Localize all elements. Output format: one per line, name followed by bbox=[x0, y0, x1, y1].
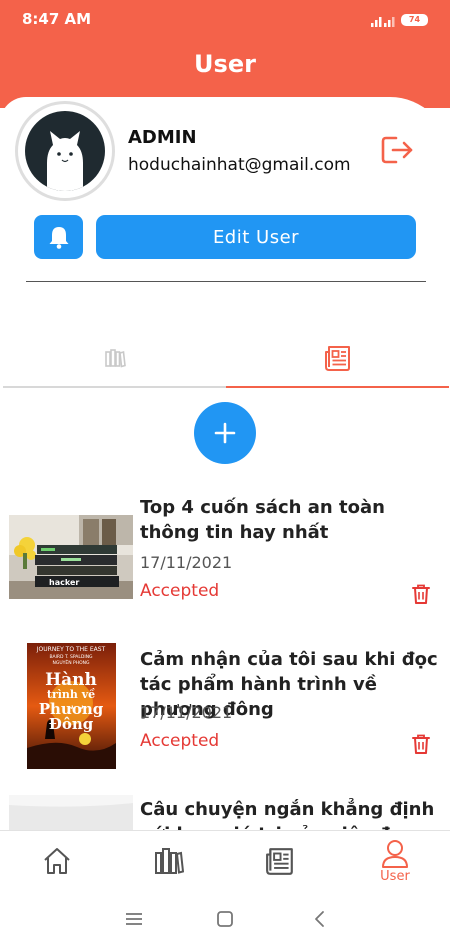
cover-text: BAIRD T. SPALDING bbox=[49, 654, 93, 660]
bell-icon bbox=[49, 227, 68, 249]
user-name: ADMIN bbox=[128, 127, 197, 148]
bottom-navigation: User bbox=[0, 830, 450, 890]
cover-text: Hành bbox=[45, 670, 97, 690]
newspaper-icon bbox=[324, 346, 350, 371]
newspaper-icon bbox=[266, 848, 293, 875]
books-icon bbox=[104, 349, 126, 368]
user-icon bbox=[382, 839, 408, 868]
avatar[interactable] bbox=[15, 101, 115, 201]
cover-text: JOURNEY TO THE EAST bbox=[36, 646, 106, 653]
status-time: 8:47 AM bbox=[22, 10, 92, 28]
nav-books[interactable] bbox=[129, 831, 209, 891]
status-bar: 8:47 AM 74 bbox=[0, 0, 450, 38]
post-date: 17/11/2021 bbox=[140, 703, 233, 722]
menu-icon[interactable] bbox=[122, 908, 146, 930]
nav-user-label: User bbox=[380, 868, 410, 884]
user-email: hoduchainhat@gmail.com bbox=[128, 155, 351, 175]
nav-posts[interactable] bbox=[240, 831, 320, 891]
user-screen: 8:47 AM 74 User ADMIN hoduchainhat@gmail… bbox=[0, 0, 450, 950]
plus-icon bbox=[214, 422, 236, 444]
signal-icon bbox=[371, 17, 395, 27]
page-title: User bbox=[194, 50, 256, 78]
post-thumbnail[interactable]: JOURNEY TO THE EAST BAIRD T. SPALDING NG… bbox=[27, 643, 116, 769]
nav-home[interactable] bbox=[17, 831, 97, 891]
divider bbox=[26, 281, 426, 282]
svg-text:hacker: hacker bbox=[49, 578, 79, 587]
books-icon bbox=[155, 848, 184, 874]
scroll-content: 8:47 AM 74 User ADMIN hoduchainhat@gmail… bbox=[0, 0, 450, 830]
tab-books[interactable] bbox=[3, 330, 226, 388]
notifications-button[interactable] bbox=[34, 215, 83, 259]
cover-text: Đông bbox=[49, 715, 94, 733]
nav-user[interactable]: User bbox=[355, 831, 435, 891]
post-title[interactable]: Câu chuyện ngắn khẳng định với bạn giá t… bbox=[140, 797, 445, 830]
post-title[interactable]: Top 4 cuốn sách an toàn thông tin hay nh… bbox=[140, 495, 445, 545]
trash-icon[interactable] bbox=[411, 583, 431, 605]
post-date: 17/11/2021 bbox=[140, 553, 233, 572]
tab-posts[interactable] bbox=[226, 330, 449, 388]
post-thumbnail[interactable] bbox=[9, 795, 133, 830]
back-icon[interactable] bbox=[308, 908, 332, 930]
post-status-badge: Accepted bbox=[140, 731, 220, 751]
home-icon bbox=[44, 848, 70, 874]
battery-icon: 74 bbox=[401, 14, 428, 26]
system-navigation-bar bbox=[0, 890, 450, 950]
home-button-icon[interactable] bbox=[213, 908, 237, 930]
post-status-badge: Accepted bbox=[140, 581, 220, 601]
cat-avatar-icon bbox=[25, 111, 105, 191]
edit-user-button[interactable]: Edit User bbox=[96, 215, 416, 259]
post-thumbnail[interactable]: hacker bbox=[9, 515, 133, 599]
trash-icon[interactable] bbox=[411, 733, 431, 755]
logout-icon[interactable] bbox=[380, 133, 416, 167]
add-post-button[interactable] bbox=[194, 402, 256, 464]
